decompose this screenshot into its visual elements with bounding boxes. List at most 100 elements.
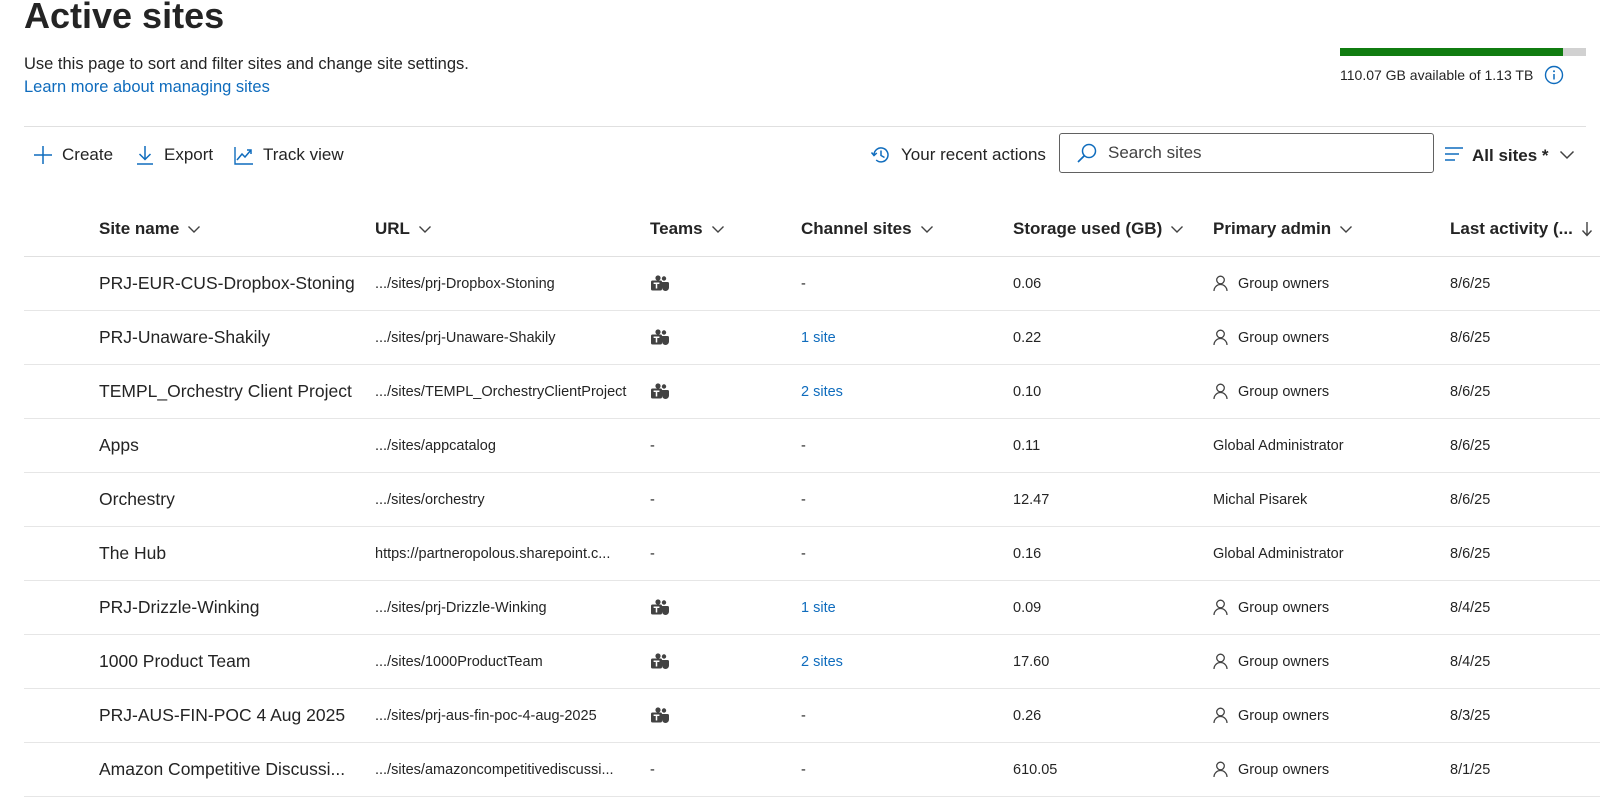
table-row[interactable]: PRJ-AUS-FIN-POC 4 Aug 2025 .../sites/prj-… [24, 689, 1600, 743]
channel-sites-value: - [801, 275, 806, 292]
channel-sites-value: - [801, 707, 806, 724]
table-row[interactable]: PRJ-EUR-CUS-Dropbox-Stoning .../sites/prj… [24, 257, 1600, 311]
table-row[interactable]: TEMPL_Orchestry Client Project .../sites/… [24, 365, 1600, 419]
table-row[interactable]: PRJ-Drizzle-Winking .../sites/prj-Drizzle… [24, 581, 1600, 635]
site-url: .../sites/prj-Drizzle-Winking [375, 599, 547, 616]
column-header-label: Channel sites [801, 219, 912, 238]
storage-used-value: 0.10 [1013, 383, 1042, 400]
page-title: Active sites [24, 0, 225, 36]
site-name[interactable]: PRJ-Unaware-Shakily [99, 311, 369, 364]
storage-used-value: 0.26 [1013, 707, 1042, 724]
primary-admin-cell: Michal Pisarek [1213, 473, 1433, 526]
track-view-button[interactable]: Track view [234, 140, 344, 170]
search-icon [1076, 142, 1098, 164]
primary-admin-cell: Global Administrator [1213, 527, 1433, 580]
channel-sites-cell: - [801, 527, 981, 580]
site-url: .../sites/1000ProductTeam [375, 653, 543, 670]
site-name[interactable]: Orchestry [99, 473, 369, 526]
column-header-url[interactable]: URL [375, 219, 432, 239]
site-name[interactable]: The Hub [99, 527, 369, 580]
channel-sites-value: - [801, 761, 806, 778]
table-row[interactable]: PRJ-Unaware-Shakily .../sites/prj-Unaware… [24, 311, 1600, 365]
teams-cell: - [650, 527, 710, 580]
column-header-channel-sites[interactable]: Channel sites [801, 219, 934, 239]
primary-admin-value: Global Administrator [1213, 437, 1344, 454]
storage-bar [1340, 48, 1586, 56]
column-header-site-name[interactable]: Site name [99, 219, 201, 239]
primary-admin-value: Michal Pisarek [1213, 491, 1308, 508]
last-activity-value: 8/4/25 [1450, 599, 1491, 616]
site-url: .../sites/prj-Dropbox-Stoning [375, 275, 555, 292]
column-header-label: Teams [650, 219, 703, 238]
last-activity-value: 8/1/25 [1450, 761, 1491, 778]
chevron-down-icon [418, 225, 432, 234]
last-activity-value: 8/6/25 [1450, 545, 1491, 562]
recent-actions-button[interactable]: Your recent actions [870, 140, 1046, 170]
last-activity-value: 8/4/25 [1450, 653, 1491, 670]
channel-sites-link[interactable]: 2 sites [801, 654, 843, 670]
person-icon [1213, 329, 1228, 346]
filter-lines-icon [1444, 145, 1464, 168]
site-name[interactable]: PRJ-EUR-CUS-Dropbox-Stoning [99, 257, 369, 310]
site-name[interactable]: Apps [99, 419, 369, 472]
site-name[interactable]: Amazon Competitive Discussi... [99, 743, 369, 796]
column-header-last-activity[interactable]: Last activity (... [1450, 219, 1593, 239]
channel-sites-cell: - [801, 743, 981, 796]
storage-bar-fill [1340, 48, 1563, 56]
export-label: Export [164, 145, 214, 164]
site-name[interactable]: 1000 Product Team [99, 635, 369, 688]
header-divider [24, 126, 1586, 127]
site-url: .../sites/appcatalog [375, 437, 496, 454]
column-header-primary-admin[interactable]: Primary admin [1213, 219, 1353, 239]
site-url: .../sites/orchestry [375, 491, 485, 508]
search-box[interactable] [1059, 133, 1434, 173]
site-name[interactable]: TEMPL_Orchestry Client Project [99, 365, 369, 418]
table-row[interactable]: The Hub https://partneropolous.sharepoint… [24, 527, 1600, 581]
column-header-storage[interactable]: Storage used (GB) [1013, 219, 1184, 239]
teams-icon [650, 706, 670, 725]
track-view-label: Track view [263, 145, 344, 164]
storage-used-value: 610.05 [1013, 761, 1058, 778]
site-name[interactable]: PRJ-AUS-FIN-POC 4 Aug 2025 [99, 689, 369, 742]
column-header-teams[interactable]: Teams [650, 219, 725, 239]
chevron-down-icon [1559, 147, 1575, 165]
channel-sites-cell: 2 sites [801, 365, 981, 418]
storage-used-value: 0.22 [1013, 329, 1042, 346]
channel-sites-link[interactable]: 1 site [801, 330, 836, 346]
create-button[interactable]: Create [33, 140, 113, 170]
channel-sites-cell: 2 sites [801, 635, 981, 688]
storage-used-value: 0.16 [1013, 545, 1042, 562]
recent-actions-label: Your recent actions [901, 145, 1046, 164]
channel-sites-value: - [801, 437, 806, 454]
last-activity-value: 8/3/25 [1450, 707, 1491, 724]
person-icon [1213, 383, 1228, 400]
sort-arrow-down-icon [1581, 221, 1593, 237]
teams-cell [650, 257, 710, 310]
table-row[interactable]: Amazon Competitive Discussi... .../sites/… [24, 743, 1600, 797]
info-icon[interactable] [1544, 65, 1564, 85]
table-row[interactable]: 1000 Product Team .../sites/1000ProductTe… [24, 635, 1600, 689]
teams-icon [650, 652, 670, 671]
table-row[interactable]: Apps .../sites/appcatalog - - 0.11 Global Adm… [24, 419, 1600, 473]
view-filter-dropdown[interactable]: All sites * [1444, 142, 1575, 170]
person-icon [1213, 761, 1228, 778]
page-description: Use this page to sort and filter sites a… [24, 55, 469, 73]
export-button[interactable]: Export [135, 140, 213, 170]
column-header-label: URL [375, 219, 410, 238]
primary-admin-value: Group owners [1238, 383, 1330, 400]
history-icon [870, 144, 892, 166]
learn-more-link[interactable]: Learn more about managing sites [24, 78, 270, 97]
site-name[interactable]: PRJ-Drizzle-Winking [99, 581, 369, 634]
teams-icon [650, 274, 670, 293]
site-url: .../sites/prj-Unaware-Shakily [375, 329, 556, 346]
table-header: Site name URL Teams Channel sites Storag… [24, 205, 1600, 257]
table-row[interactable]: Orchestry .../sites/orchestry - - 12.47 Micha… [24, 473, 1600, 527]
channel-sites-link[interactable]: 1 site [801, 600, 836, 616]
storage-summary: 110.07 GB available of 1.13 TB [1340, 48, 1586, 85]
channel-sites-link[interactable]: 2 sites [801, 384, 843, 400]
site-url: .../sites/prj-aus-fin-poc-4-aug-2025 [375, 707, 597, 724]
search-input[interactable] [1106, 136, 1426, 170]
teams-cell [650, 581, 710, 634]
primary-admin-cell: Group owners [1213, 311, 1433, 364]
site-url: .../sites/TEMPL_OrchestryClientProject [375, 383, 627, 400]
